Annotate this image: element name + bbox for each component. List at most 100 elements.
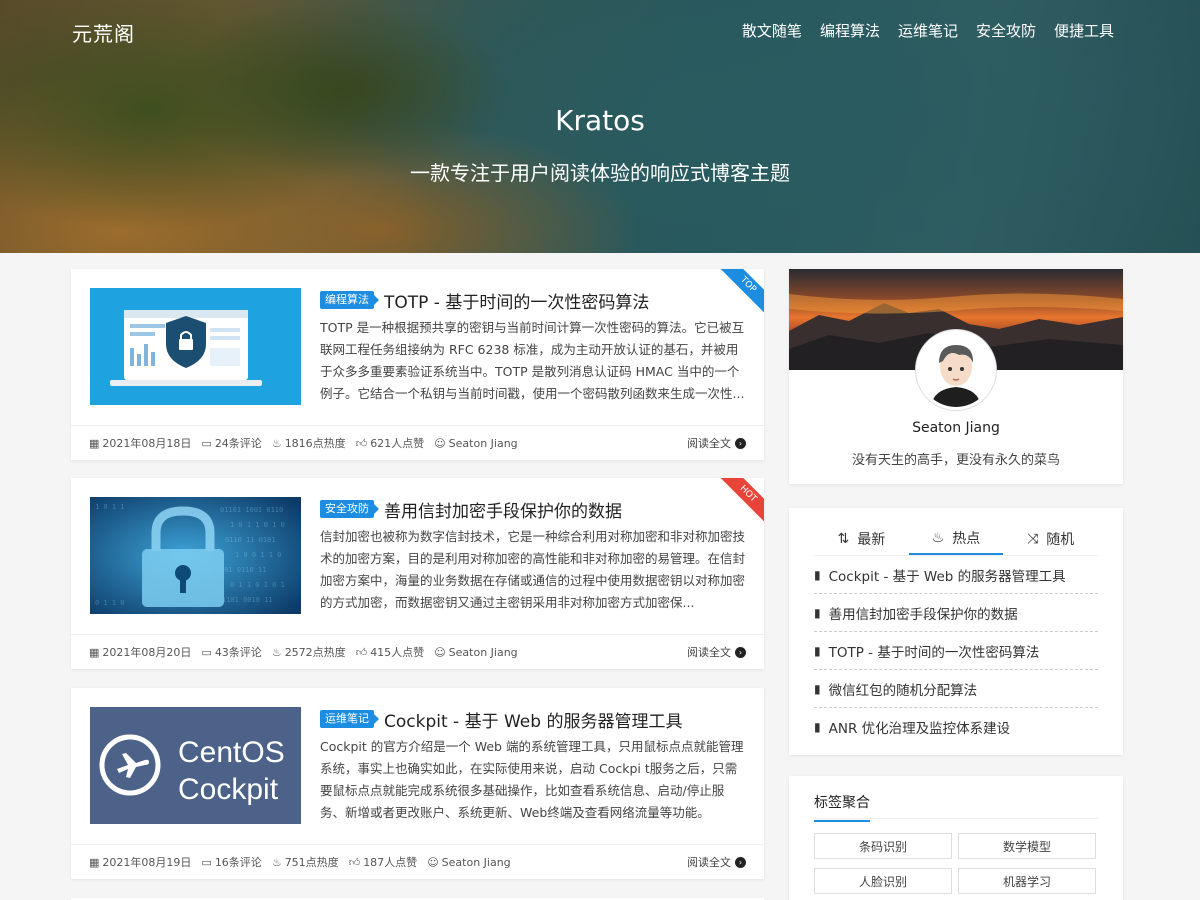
svg-text:01101 1001 0110: 01101 1001 0110 <box>220 506 283 514</box>
profile-widget: Seaton Jiang 没有天生的高手，更没有永久的菜鸟 <box>789 269 1123 484</box>
post-meta: ▦ 2021年08月20日 ▭ 43条评论 ♨ 2572点热度 👍︎ 415人点赞 ☺ S… <box>71 634 764 669</box>
user-icon: ☺ <box>427 855 439 869</box>
post-excerpt: Cockpit 的官方介绍是一个 Web 端的系统管理工具，只用鼠标点点就能管理… <box>320 739 744 820</box>
thumb-text-cockpit: Cockpit <box>178 773 279 806</box>
thumbs-up-icon: 👍︎ <box>355 436 368 450</box>
read-more-label: 阅读全文 <box>687 437 731 450</box>
list-item[interactable]: ▮ 微信红包的随机分配算法 <box>814 670 1098 708</box>
laptop-shield-illustration <box>90 288 301 405</box>
hero-banner: 元荒阁 散文随笔 编程算法 运维笔记 安全攻防 便捷工具 Kratos 一款专注… <box>0 0 1200 253</box>
post-heading: 编程算法 TOTP - 基于时间的一次性密码算法 <box>320 288 746 313</box>
posts-tab-widget: ⇅ 最新 ♨ 热点 ⤨ 随机 ▮ Cockpit - 基于 Web 的服务器管理工具 ▮… <box>789 508 1123 755</box>
book-icon: ▮ <box>814 567 821 582</box>
book-icon: ▮ <box>814 681 821 696</box>
svg-text:1 0 0 1 1 0: 1 0 0 1 1 0 <box>235 551 281 559</box>
tab-latest[interactable]: ⇅ 最新 <box>814 522 909 555</box>
category-badge[interactable]: 安全攻防 <box>320 500 379 518</box>
tab-latest-label: 最新 <box>857 531 886 548</box>
arrow-right-icon: › <box>735 646 746 658</box>
post-excerpt: TOTP 是一种根据预共享的密钥与当前时间计算一次性密码的算法。它已被互联网工程… <box>320 320 745 401</box>
post-meta: ▦ 2021年08月19日 ▭ 16条评论 ♨ 751点热度 👍︎ 187人点赞 ☺ Se… <box>71 844 764 879</box>
tag-item[interactable]: 数学模型 <box>958 833 1096 859</box>
category-badge[interactable]: 运维笔记 <box>320 710 379 728</box>
tags-widget: 标签聚合 条码识别 数学模型 人脸识别 机器学习 <box>789 776 1123 900</box>
profile-bio: 没有天生的高手，更没有永久的菜鸟 <box>851 453 1060 468</box>
nav-item-ops[interactable]: 运维笔记 <box>898 20 958 41</box>
flame-icon: ♨ <box>271 436 282 450</box>
post-date: ▦ 2021年08月18日 <box>89 435 191 451</box>
category-badge[interactable]: 编程算法 <box>320 291 379 309</box>
post-title-link[interactable]: TOTP - 基于时间的一次性密码算法 <box>384 288 649 313</box>
site-brand[interactable]: 元荒阁 <box>72 18 135 47</box>
tab-random-label: 随机 <box>1046 531 1075 548</box>
likes-text: 621人点赞 <box>370 437 425 450</box>
read-more-label: 阅读全文 <box>687 646 731 659</box>
list-item-title: 微信红包的随机分配算法 <box>828 682 978 699</box>
post-likes[interactable]: 👍︎ 415人点赞 <box>356 644 425 660</box>
post-comments[interactable]: ▭ 43条评论 <box>201 644 261 660</box>
svg-text:0 1 1 0: 0 1 1 0 <box>95 599 125 607</box>
list-item-title: TOTP - 基于时间的一次性密码算法 <box>828 644 1040 661</box>
post-comments[interactable]: ▭ 24条评论 <box>201 435 261 451</box>
arrow-right-icon: › <box>735 856 746 868</box>
shuffle-icon: ⤨ <box>1027 530 1039 547</box>
post-thumbnail[interactable] <box>90 288 301 405</box>
flame-icon: ♨ <box>271 645 282 659</box>
post-heat: ♨ 1816点热度 <box>272 435 346 451</box>
post-card: HOT 01101 1001 0110 1 0 1 1 0 1 0 0110 1… <box>71 478 764 669</box>
tab-hot-label: 热点 <box>952 530 981 547</box>
nav-item-tools[interactable]: 便捷工具 <box>1054 20 1114 41</box>
svg-text:0110 11 0101: 0110 11 0101 <box>225 536 276 544</box>
post-date: ▦ 2021年08月19日 <box>89 854 191 870</box>
comments-text: 43条评论 <box>214 646 262 659</box>
user-icon: ☺ <box>434 645 446 659</box>
read-more-link[interactable]: 阅读全文 › <box>687 435 746 451</box>
post-excerpt: 信封加密也被称为数字信封技术，它是一种综合利用对称加密和非对称加密技术的加密方案… <box>320 529 746 610</box>
post-date: ▦ 2021年08月20日 <box>89 644 191 660</box>
post-heading: 安全攻防 善用信封加密手段保护你的数据 <box>320 497 746 522</box>
comment-icon: ▭ <box>201 436 212 450</box>
book-icon: ▮ <box>814 720 821 734</box>
author-text: Seaton Jiang <box>448 645 518 659</box>
post-title-link[interactable]: Cockpit - 基于 Web 的服务器管理工具 <box>384 707 682 732</box>
heat-text: 1816点热度 <box>284 437 346 450</box>
list-item[interactable]: ▮ ANR 优化治理及监控体系建设 <box>814 708 1098 746</box>
post-heading: 运维笔记 Cockpit - 基于 Web 的服务器管理工具 <box>320 707 746 732</box>
post-thumbnail[interactable]: 01101 1001 0110 1 0 1 1 0 1 0 0110 11 01… <box>90 497 301 614</box>
widget-tabs: ⇅ 最新 ♨ 热点 ⤨ 随机 <box>814 522 1098 556</box>
list-item[interactable]: ▮ Cockpit - 基于 Web 的服务器管理工具 <box>814 556 1098 594</box>
list-item-title: ANR 优化治理及监控体系建设 <box>828 721 1011 737</box>
read-more-link[interactable]: 阅读全文 › <box>687 644 746 660</box>
post-likes[interactable]: 👍︎ 621人点赞 <box>356 435 425 451</box>
tab-hot[interactable]: ♨ 热点 <box>908 522 1004 555</box>
heat-text: 751点热度 <box>284 856 339 869</box>
list-item-title: Cockpit - 基于 Web 的服务器管理工具 <box>828 568 1066 585</box>
date-text: 2021年08月20日 <box>102 646 192 659</box>
author-text: Seaton Jiang <box>441 855 511 869</box>
sort-icon: ⇅ <box>837 530 850 547</box>
svg-text:1101 0010 11: 1101 0010 11 <box>222 596 273 604</box>
tag-item[interactable]: 人脸识别 <box>814 868 952 894</box>
read-more-link[interactable]: 阅读全文 › <box>687 854 746 870</box>
post-comments[interactable]: ▭ 16条评论 <box>201 854 261 870</box>
comments-text: 24条评论 <box>214 437 262 450</box>
heat-text: 2572点热度 <box>284 646 346 659</box>
post-title-link[interactable]: 善用信封加密手段保护你的数据 <box>384 497 622 522</box>
nav-item-programming[interactable]: 编程算法 <box>820 20 880 41</box>
tag-item[interactable]: 机器学习 <box>958 868 1096 894</box>
post-heat: ♨ 751点热度 <box>272 854 339 870</box>
svg-text:0 1 1 0 1 0 1: 0 1 1 0 1 0 1 <box>230 581 285 589</box>
comment-icon: ▭ <box>201 855 212 869</box>
tab-random[interactable]: ⤨ 随机 <box>1003 522 1098 555</box>
list-item[interactable]: ▮ 善用信封加密手段保护你的数据 <box>814 594 1098 632</box>
nav-item-essays[interactable]: 散文随笔 <box>742 20 802 41</box>
list-item[interactable]: ▮ TOTP - 基于时间的一次性密码算法 <box>814 632 1098 670</box>
nav-item-security[interactable]: 安全攻防 <box>976 20 1036 41</box>
list-item-title: 善用信封加密手段保护你的数据 <box>828 606 1018 623</box>
post-thumbnail[interactable]: CentOS Cockpit <box>90 707 301 824</box>
hero-subtitle: 一款专注于用户阅读体验的响应式博客主题 <box>410 161 790 185</box>
author-avatar[interactable] <box>916 330 996 410</box>
tag-item[interactable]: 条码识别 <box>814 833 952 859</box>
thumbs-up-icon: 👍︎ <box>348 855 361 869</box>
post-likes[interactable]: 👍︎ 187人点赞 <box>349 854 418 870</box>
